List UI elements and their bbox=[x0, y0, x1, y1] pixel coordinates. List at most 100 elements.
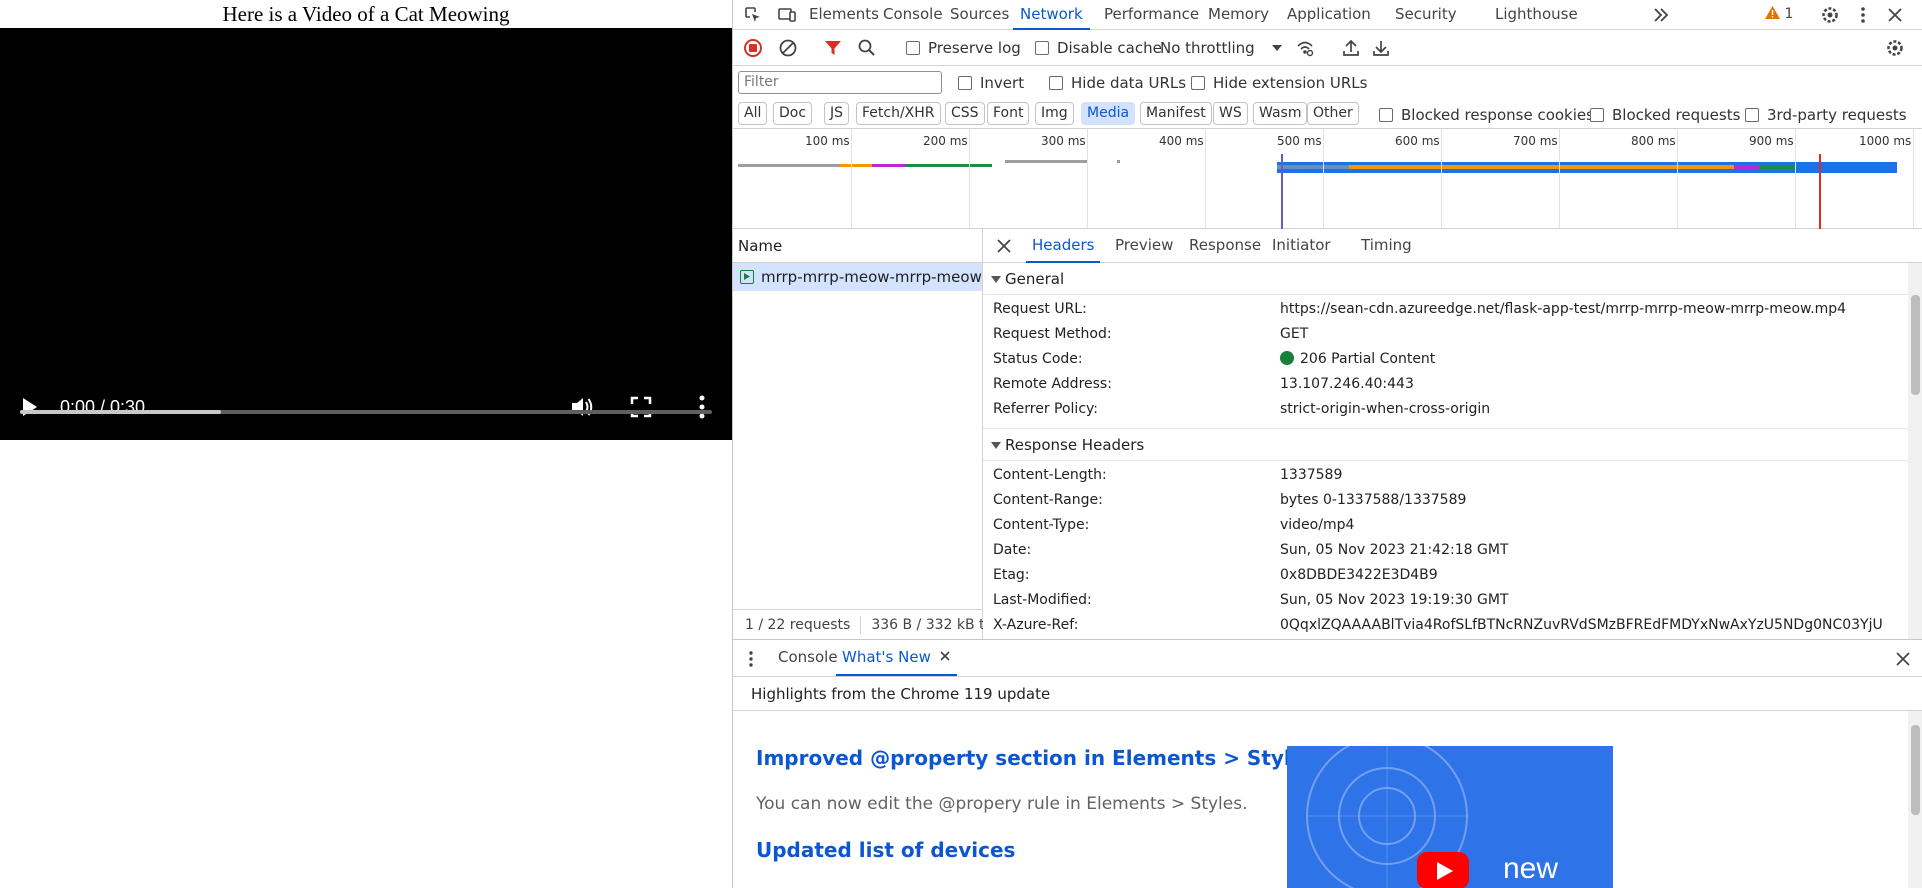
header-value[interactable]: strict-origin-when-cross-origin bbox=[1280, 397, 1490, 422]
overview-tick-label: 200 ms bbox=[923, 134, 968, 148]
type-chip-js[interactable]: JS bbox=[824, 102, 850, 125]
clear-icon[interactable] bbox=[778, 38, 798, 58]
play-icon[interactable] bbox=[20, 395, 40, 419]
close-tab-icon[interactable] bbox=[939, 650, 951, 662]
device-toolbar-icon[interactable] bbox=[777, 5, 797, 25]
filter-funnel-icon[interactable] bbox=[823, 38, 843, 58]
detail-tab-headers[interactable]: Headers bbox=[1026, 229, 1101, 263]
blocked-requests-checkbox[interactable]: Blocked requests bbox=[1590, 106, 1740, 124]
response-headers-section-header[interactable]: Response Headers bbox=[983, 429, 1908, 461]
search-icon[interactable] bbox=[857, 38, 877, 58]
panel-tab-performance[interactable]: Performance bbox=[1097, 0, 1206, 30]
type-chip-img[interactable]: Img bbox=[1035, 102, 1074, 125]
throttling-select[interactable]: No throttling bbox=[1160, 39, 1283, 57]
header-value[interactable]: 0QqxlZQAAAABlTvia4RofSLfBTNcRNZuvRVdSMzB… bbox=[1280, 613, 1883, 638]
header-value[interactable]: bytes 0-1337588/1337589 bbox=[1280, 488, 1466, 513]
detail-tab-initiator[interactable]: Initiator bbox=[1266, 229, 1337, 263]
header-value[interactable]: https://sean-cdn.azureedge.net/flask-app… bbox=[1280, 297, 1846, 322]
name-column-header[interactable]: Name bbox=[733, 229, 982, 263]
inspect-element-icon[interactable] bbox=[743, 5, 763, 25]
video-player[interactable]: 0:00 / 0:30 bbox=[0, 28, 732, 440]
whats-new-item-title[interactable]: Updated list of devices bbox=[756, 838, 1015, 862]
customize-menu-icon[interactable] bbox=[1853, 5, 1873, 25]
settings-gear-icon[interactable] bbox=[1820, 5, 1840, 25]
drawer-menu-icon[interactable] bbox=[747, 650, 755, 668]
scrollbar-thumb[interactable] bbox=[1911, 295, 1920, 395]
details-scrollbar[interactable] bbox=[1908, 263, 1922, 639]
type-chip-doc[interactable]: Doc bbox=[773, 102, 813, 125]
header-value[interactable]: Sun, 05 Nov 2023 19:19:30 GMT bbox=[1280, 588, 1508, 613]
type-chip-css[interactable]: CSS bbox=[945, 102, 985, 125]
drawer-scrollbar[interactable] bbox=[1908, 711, 1922, 888]
blocked-cookies-checkbox[interactable]: Blocked response cookies bbox=[1379, 106, 1594, 124]
network-overview-timeline[interactable]: 100 ms 200 ms 300 ms 400 ms 500 ms 600 ms 700 … bbox=[733, 129, 1922, 229]
detail-tab-response[interactable]: Response bbox=[1183, 229, 1267, 263]
header-value[interactable]: Sun, 05 Nov 2023 21:42:18 GMT bbox=[1280, 538, 1508, 563]
type-chip-other[interactable]: Other bbox=[1307, 102, 1359, 125]
fullscreen-icon[interactable] bbox=[630, 396, 652, 418]
header-value[interactable]: video/mp4 bbox=[1280, 513, 1354, 538]
invert-checkbox[interactable]: Invert bbox=[958, 74, 1024, 92]
preserve-log-checkbox[interactable]: Preserve log bbox=[906, 39, 1021, 57]
header-value[interactable]: 13.107.246.40:443 bbox=[1280, 372, 1414, 397]
whats-new-item-title[interactable]: Improved @property section in Elements >… bbox=[756, 746, 1316, 770]
general-section-header[interactable]: General bbox=[983, 263, 1908, 295]
import-har-icon[interactable] bbox=[1341, 38, 1361, 58]
panel-tab-memory[interactable]: Memory bbox=[1201, 0, 1276, 30]
stop-recording-icon[interactable] bbox=[743, 38, 763, 58]
volume-icon[interactable] bbox=[570, 396, 594, 418]
request-row[interactable]: mrrp-mrrp-meow-mrrp-meow.mp4 bbox=[733, 263, 982, 291]
drawer-tab-console[interactable]: Console bbox=[772, 640, 844, 676]
general-rows: Request URL: https://sean-cdn.azureedge.n… bbox=[983, 295, 1908, 429]
header-value[interactable]: 0x8DBDE3422E3D4B9 bbox=[1280, 563, 1438, 588]
panel-tab-elements[interactable]: Elements bbox=[802, 0, 886, 30]
request-count: 1 / 22 requests bbox=[745, 617, 851, 633]
network-conditions-icon[interactable] bbox=[1295, 38, 1315, 58]
network-settings-icon[interactable] bbox=[1885, 38, 1905, 58]
more-tabs-icon[interactable] bbox=[1651, 5, 1671, 25]
disable-cache-checkbox[interactable]: Disable cache bbox=[1035, 39, 1162, 57]
type-chip-wasm[interactable]: Wasm bbox=[1253, 102, 1308, 125]
panel-tab-sources[interactable]: Sources bbox=[943, 0, 1016, 30]
hide-data-urls-checkbox[interactable]: Hide data URLs bbox=[1049, 74, 1186, 92]
type-chip-fetchxhr[interactable]: Fetch/XHR bbox=[856, 102, 941, 125]
more-options-icon[interactable] bbox=[696, 394, 708, 420]
detail-tab-timing[interactable]: Timing bbox=[1355, 229, 1418, 263]
drawer-tab-whatsnew[interactable]: What's New bbox=[836, 640, 957, 676]
filter-row: Filter Invert Hide data URLs Hide extens… bbox=[733, 66, 1922, 99]
panel-tab-application[interactable]: Application bbox=[1280, 0, 1378, 30]
panel-tab-console[interactable]: Console bbox=[876, 0, 950, 30]
header-name: Status Code: bbox=[993, 351, 1083, 367]
type-chip-font[interactable]: Font bbox=[987, 102, 1030, 125]
type-chip-all[interactable]: All bbox=[738, 102, 768, 125]
header-value[interactable]: 206 Partial Content bbox=[1300, 351, 1435, 367]
panel-tab-network[interactable]: Network bbox=[1013, 0, 1090, 30]
third-party-checkbox[interactable]: 3rd-party requests bbox=[1745, 106, 1907, 124]
filter-input[interactable]: Filter bbox=[738, 71, 942, 94]
whats-new-video-thumbnail[interactable]: new bbox=[1287, 746, 1613, 888]
close-devtools-icon[interactable] bbox=[1885, 5, 1905, 25]
header-row: Content-Range: bytes 0-1337588/1337589 bbox=[983, 488, 1908, 513]
warnings-badge[interactable]: 1 bbox=[1765, 6, 1793, 22]
timeline-bar bbox=[1277, 165, 1349, 169]
type-chip-ws[interactable]: WS bbox=[1213, 102, 1248, 125]
collapse-triangle-icon bbox=[991, 442, 1001, 449]
hide-extension-urls-checkbox[interactable]: Hide extension URLs bbox=[1191, 74, 1367, 92]
close-icon[interactable] bbox=[995, 237, 1013, 255]
scrollbar-thumb[interactable] bbox=[1911, 725, 1920, 815]
chevron-down-icon bbox=[1271, 45, 1282, 51]
panel-tab-security[interactable]: Security bbox=[1388, 0, 1464, 30]
header-name: Content-Length: bbox=[993, 467, 1107, 483]
media-file-icon bbox=[740, 270, 754, 284]
overview-tick-label: 700 ms bbox=[1513, 134, 1558, 148]
type-chip-media[interactable]: Media bbox=[1081, 102, 1136, 125]
panel-tab-lighthouse[interactable]: Lighthouse bbox=[1488, 0, 1585, 30]
detail-tab-preview[interactable]: Preview bbox=[1109, 229, 1179, 263]
close-drawer-icon[interactable] bbox=[1895, 651, 1911, 667]
header-value[interactable]: 1337589 bbox=[1280, 463, 1342, 488]
header-value[interactable]: GET bbox=[1280, 322, 1308, 347]
timeline-bar bbox=[872, 164, 906, 167]
export-har-icon[interactable] bbox=[1371, 38, 1391, 58]
video-progress-bar[interactable] bbox=[20, 410, 712, 414]
type-chip-manifest[interactable]: Manifest bbox=[1140, 102, 1212, 125]
